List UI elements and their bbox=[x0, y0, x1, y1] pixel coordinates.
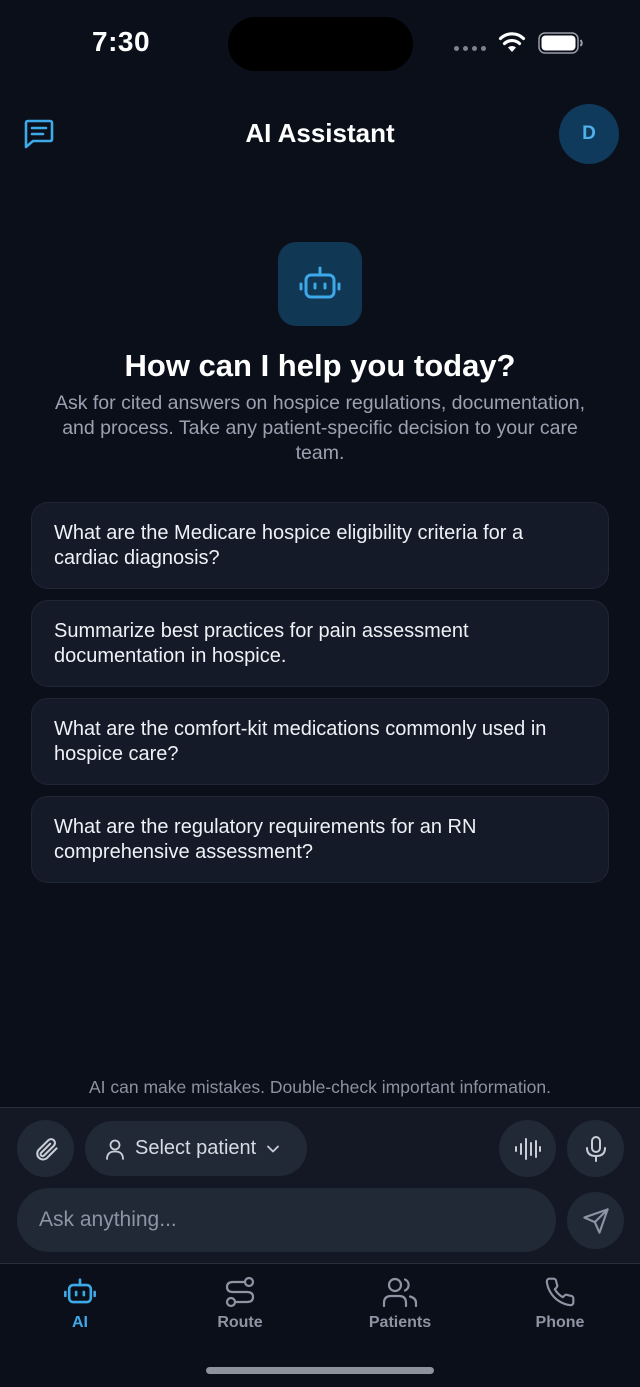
dynamic-island bbox=[228, 17, 413, 71]
select-patient-button[interactable]: Select patient bbox=[85, 1121, 307, 1176]
wifi-icon bbox=[498, 32, 526, 52]
user-icon bbox=[106, 1139, 124, 1160]
ai-disclaimer: AI can make mistakes. Double-check impor… bbox=[89, 1077, 551, 1097]
tab-label: Phone bbox=[535, 1314, 585, 1331]
ask-input[interactable] bbox=[17, 1188, 556, 1252]
battery-icon bbox=[538, 32, 583, 54]
welcome-heading: How can I help you today? bbox=[124, 348, 516, 383]
assistant-badge bbox=[278, 242, 362, 326]
welcome-subtitle: Ask for cited answers on hospice regulat… bbox=[54, 392, 586, 464]
page-title: AI Assistant bbox=[245, 118, 395, 148]
attach-button[interactable] bbox=[17, 1120, 74, 1177]
home-indicator[interactable] bbox=[206, 1367, 434, 1374]
chevron-down-icon bbox=[267, 1145, 280, 1152]
microphone-icon bbox=[585, 1135, 606, 1162]
route-icon bbox=[225, 1276, 255, 1308]
users-icon bbox=[382, 1277, 418, 1308]
voice-mode-button[interactable] bbox=[499, 1120, 556, 1177]
status-time: 7:30 bbox=[92, 26, 151, 57]
suggestion-card[interactable]: What are the regulatory requirements for… bbox=[31, 796, 609, 883]
tab-label: Patients bbox=[368, 1314, 432, 1331]
send-button[interactable] bbox=[567, 1192, 624, 1249]
tab-route[interactable]: Route bbox=[180, 1276, 300, 1332]
cellular-signal-icon bbox=[454, 46, 486, 51]
tab-phone[interactable]: Phone bbox=[500, 1276, 620, 1332]
suggestion-card[interactable]: Summarize best practices for pain assess… bbox=[31, 600, 609, 687]
tab-ai[interactable]: AI bbox=[20, 1276, 140, 1332]
suggestion-card[interactable]: What are the Medicare hospice eligibilit… bbox=[31, 502, 609, 589]
bot-icon bbox=[299, 266, 341, 299]
tab-patients[interactable]: Patients bbox=[340, 1276, 460, 1332]
tab-label: AI bbox=[72, 1314, 88, 1331]
paperclip-icon bbox=[35, 1137, 58, 1161]
microphone-button[interactable] bbox=[567, 1120, 624, 1177]
select-patient-label: Select patient bbox=[135, 1137, 257, 1159]
send-icon bbox=[582, 1207, 609, 1234]
audio-waveform-icon bbox=[514, 1137, 541, 1160]
suggestion-card[interactable]: What are the comfort-kit medications com… bbox=[31, 698, 609, 785]
avatar[interactable]: D bbox=[559, 104, 619, 164]
tab-label: Route bbox=[217, 1314, 263, 1331]
bot-icon bbox=[64, 1278, 96, 1304]
phone-icon bbox=[545, 1277, 575, 1307]
